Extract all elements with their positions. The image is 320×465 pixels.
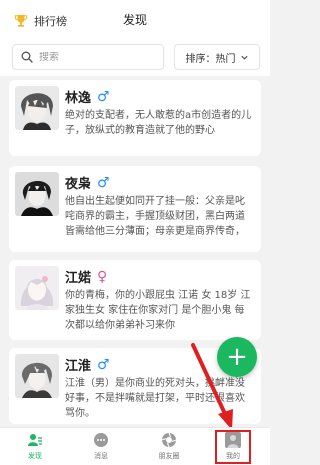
character-name: 夜枭 (65, 177, 92, 192)
create-fab-button[interactable]: + (217, 337, 257, 377)
chevron-down-icon (240, 55, 248, 60)
search-input[interactable] (39, 51, 149, 63)
message-icon (94, 433, 108, 447)
character-description: 他自出生起便如同开了挂一般：父亲是叱咤商界的霸主，手握顶级财团，黑白两道皆需给他… (65, 196, 245, 237)
tab-label: 发现 (28, 452, 42, 460)
tab-moments[interactable]: 朋友圈 (144, 432, 194, 461)
character-avatar (15, 354, 59, 398)
character-card[interactable]: 林逸 ♂ 绝对的支配者，无人敢惹的a市创造者的儿子，放纵式的教育造就了他的野心 (9, 80, 261, 156)
male-icon: ♂ (97, 88, 110, 105)
character-description: 江淮（男）是你商业的死对头，挑衅准没好事，不是拌嘴就是打架，平时还很喜欢骂你。 (65, 378, 245, 419)
character-name: 江淮 (65, 359, 92, 374)
character-name-row: 江淮 ♂ (65, 355, 110, 375)
character-card[interactable]: 夜枭 ♂ 他自出生起便如同开了挂一般：父亲是叱咤商界的霸主，手握顶级财团，黑白两… (9, 166, 261, 252)
page-title: 发现 (122, 13, 147, 27)
tab-label: 朋友圈 (158, 452, 180, 460)
search-box[interactable] (12, 44, 164, 70)
character-card[interactable]: 江婼 ♀ 你的青梅，你的小跟屁虫 江诺 女 18岁 江家独生女 家住在你家对门 … (9, 260, 261, 340)
character-name: 林逸 (65, 91, 92, 106)
search-icon (21, 51, 33, 63)
sort-label: 排序：热门 (185, 53, 236, 65)
male-icon: ♂ (97, 356, 110, 373)
sort-dropdown[interactable]: 排序：热门 (174, 44, 260, 70)
top-bar: 排行榜 发现 (0, 0, 270, 40)
character-name: 江婼 (65, 271, 92, 286)
tab-label: 消息 (94, 452, 108, 460)
character-avatar (15, 86, 59, 130)
character-name-row: 林逸 ♂ (65, 87, 110, 107)
aperture-icon (161, 432, 177, 448)
male-icon: ♂ (97, 174, 110, 191)
tab-discover[interactable]: 发现 (10, 432, 60, 461)
discover-icon (28, 434, 42, 446)
highlight-box (215, 430, 251, 464)
character-avatar (15, 172, 59, 216)
character-name-row: 夜枭 ♂ (65, 173, 110, 193)
character-name-row: 江婼 ♀ (65, 267, 108, 287)
character-description: 绝对的支配者，无人敢惹的a市创造者的儿子，放纵式的教育造就了他的野心 (65, 110, 252, 136)
female-icon: ♀ (97, 268, 108, 285)
character-avatar (15, 266, 59, 310)
tab-messages[interactable]: 消息 (76, 432, 126, 461)
character-description: 你的青梅，你的小跟屁虫 江诺 女 18岁 江家独生女 家住在你家对门 是个胆小鬼… (65, 290, 251, 331)
search-row: 排序：热门 (0, 40, 270, 76)
